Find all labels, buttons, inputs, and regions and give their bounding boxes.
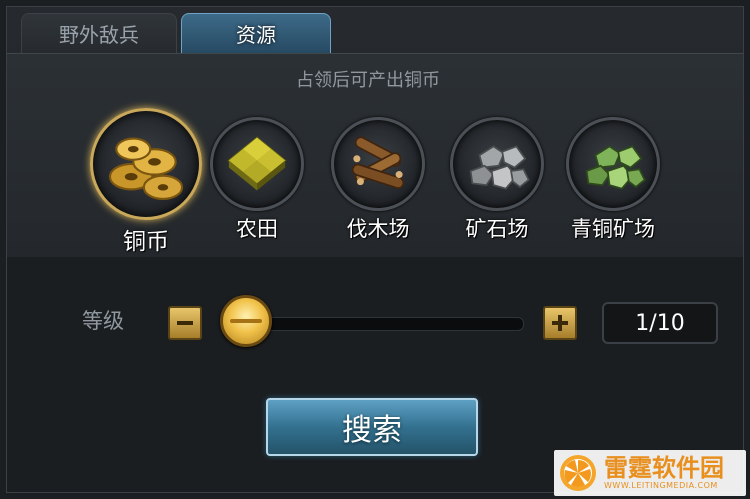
search-button[interactable]: 搜索: [266, 398, 478, 456]
resource-item-farmland[interactable]: 农田: [207, 117, 307, 243]
resource-label: 矿石场: [465, 217, 529, 241]
level-label: 等级: [82, 309, 124, 333]
copper-coins-icon: [90, 108, 202, 220]
resource-item-stone[interactable]: 矿石场: [447, 117, 547, 243]
resource-label: 伐木场: [346, 217, 410, 241]
level-value-display: 1/10: [602, 302, 718, 344]
resource-hint: 占领后可产出铜币: [296, 70, 440, 91]
watermark-title: 雷霆软件园: [604, 454, 724, 482]
farmland-icon: [210, 117, 304, 211]
watermark: 雷霆软件园 WWW.LEITINGMEDIA.COM: [554, 450, 746, 496]
minus-icon: [177, 321, 193, 325]
plus-icon: [552, 315, 568, 331]
lumber-icon: [331, 117, 425, 211]
level-decrease-button[interactable]: [168, 306, 202, 340]
bronze-ore-icon: [566, 117, 660, 211]
level-increase-button[interactable]: [543, 306, 577, 340]
level-slider-thumb[interactable]: [220, 295, 272, 347]
resource-label: 青铜矿场: [571, 217, 655, 241]
resource-label: 铜币: [123, 229, 169, 255]
resource-item-bronze[interactable]: 青铜矿场: [557, 117, 669, 243]
stone-ore-icon: [450, 117, 544, 211]
resource-label: 农田: [236, 217, 278, 241]
level-slider-track[interactable]: [240, 317, 524, 331]
watermark-url: WWW.LEITINGMEDIA.COM: [604, 481, 718, 490]
resource-item-copper[interactable]: 铜币: [90, 108, 202, 256]
tab-resources[interactable]: 资源: [181, 13, 331, 53]
resource-item-lumber[interactable]: 伐木场: [323, 117, 433, 243]
tab-wild-enemies[interactable]: 野外敌兵: [21, 13, 177, 53]
orange-slice-logo-icon: [560, 455, 596, 491]
